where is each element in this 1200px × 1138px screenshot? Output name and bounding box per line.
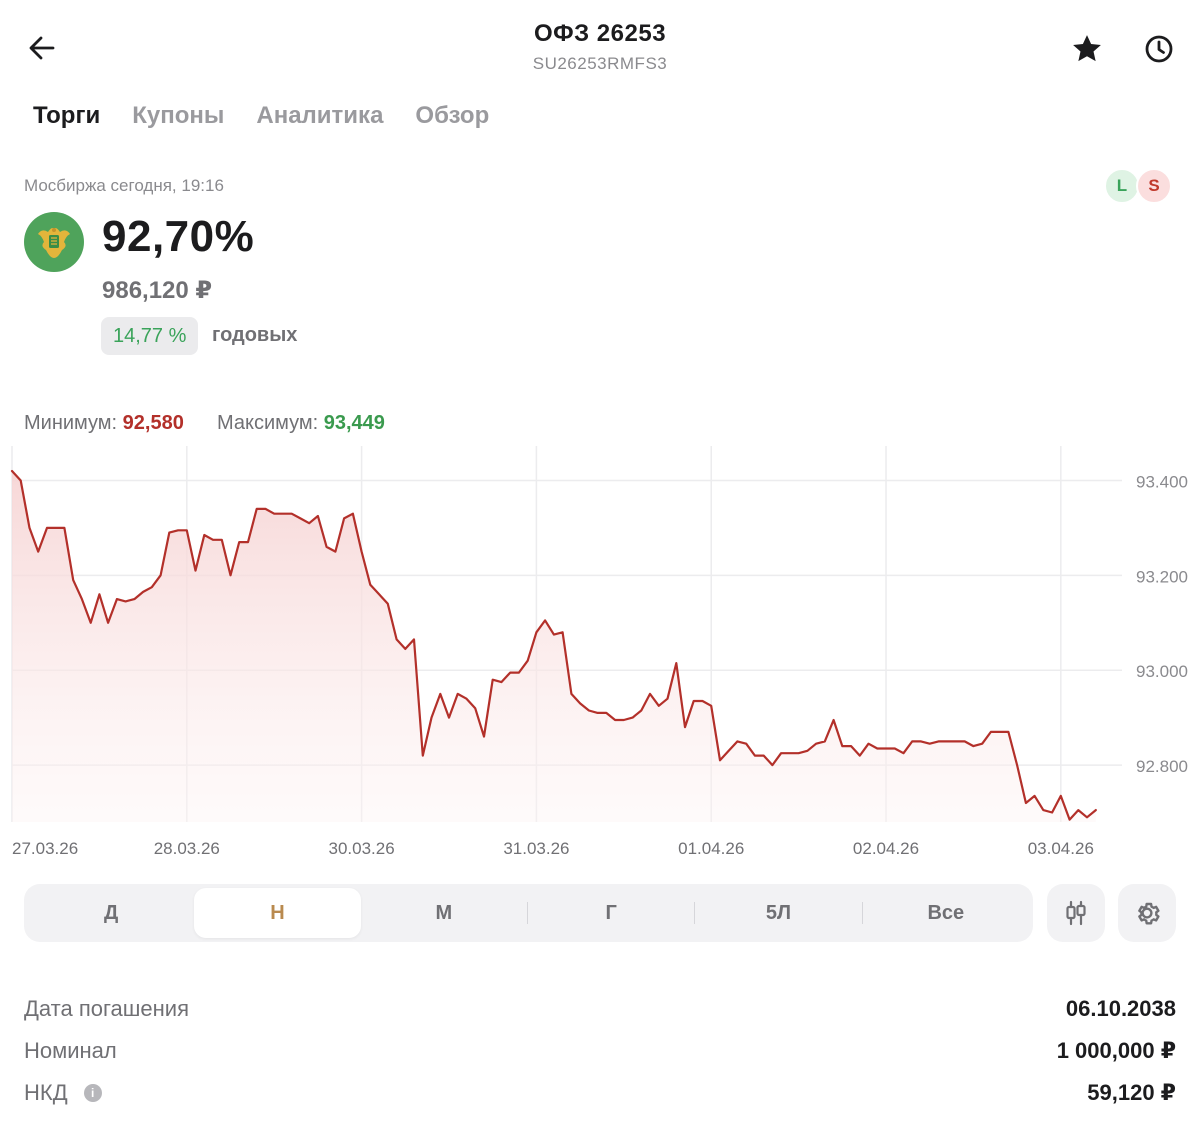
- nominal-label: Номинал: [24, 1038, 117, 1063]
- series-area: [12, 471, 1096, 822]
- y-tick-label: 93.000: [1136, 662, 1188, 681]
- aci-label: НКД: [24, 1080, 68, 1105]
- y-tick-label: 93.200: [1136, 567, 1188, 586]
- max-value: 93,449: [323, 412, 385, 434]
- min-label: Минимум:: [24, 412, 118, 434]
- aci-value: 59,120 ₽: [1087, 1080, 1176, 1105]
- header: ОФЗ 26253 SU26253RMFS3: [0, 0, 1200, 92]
- y-tick-label: 93.400: [1136, 472, 1188, 491]
- max-label: Максимум:: [216, 412, 319, 434]
- history-button[interactable]: [1138, 28, 1180, 70]
- emblem-icon: [38, 228, 70, 258]
- long-short-badges[interactable]: L S: [1104, 168, 1172, 204]
- favorite-button[interactable]: [1066, 28, 1108, 70]
- clock-icon: [1145, 35, 1173, 63]
- period-week[interactable]: Н: [194, 888, 361, 938]
- long-badge[interactable]: L: [1104, 168, 1140, 204]
- chart-settings-button[interactable]: [1118, 884, 1176, 942]
- chart-type-button[interactable]: [1047, 884, 1105, 942]
- candlestick-icon: [1066, 900, 1086, 926]
- gear-icon: [1138, 902, 1160, 925]
- page-title: ОФЗ 26253: [533, 20, 667, 47]
- issuer-logo: [24, 212, 84, 272]
- yield-badge: 14,77 %: [101, 317, 199, 355]
- star-icon: [1073, 35, 1101, 62]
- yield-label: годовых: [212, 324, 298, 346]
- x-tick-label: 03.04.26: [1028, 839, 1094, 858]
- x-tick-label: 01.04.26: [678, 839, 744, 858]
- period-day[interactable]: Д: [28, 888, 194, 938]
- tab-overview[interactable]: Обзор: [415, 102, 489, 138]
- period-month[interactable]: М: [361, 888, 527, 938]
- maturity-label: Дата погашения: [24, 996, 189, 1021]
- price-rub: 986,120 ₽: [102, 277, 213, 304]
- min-value: 92,580: [122, 412, 184, 434]
- tab-analytics[interactable]: Аналитика: [256, 102, 383, 138]
- aci-row: НКД i 59,120 ₽: [24, 1080, 1176, 1106]
- x-tick-label: 02.04.26: [853, 839, 919, 858]
- title-block: ОФЗ 26253 SU26253RMFS3: [0, 20, 1200, 74]
- price-percent: 92,70%: [102, 212, 255, 261]
- period-selector: Д Н М Г 5Л Все: [24, 884, 1033, 942]
- period-year[interactable]: Г: [528, 888, 694, 938]
- info-icon[interactable]: i: [83, 1084, 102, 1102]
- period-all[interactable]: Все: [863, 888, 1029, 938]
- maturity-row: Дата погашения 06.10.2038: [24, 996, 1176, 1022]
- nominal-row: Номинал 1 000,000 ₽: [24, 1038, 1176, 1064]
- x-tick-label: 31.03.26: [503, 839, 569, 858]
- tab-bar: Торги Купоны Аналитика Обзор: [33, 102, 489, 138]
- price-range: Минимум: 92,580 Максимум: 93,449: [24, 412, 385, 435]
- x-tick-label: 30.03.26: [329, 839, 395, 858]
- tab-coupons[interactable]: Купоны: [132, 102, 224, 138]
- x-tick-label: 28.03.26: [154, 839, 220, 858]
- isin-code: SU26253RMFS3: [532, 54, 668, 73]
- short-badge[interactable]: S: [1136, 168, 1172, 204]
- nominal-value: 1 000,000 ₽: [1056, 1038, 1176, 1063]
- x-tick-label: 27.03.26: [12, 839, 78, 858]
- price-chart[interactable]: 93.400 93.200 93.000 92.800 27.03.26 28.03.26…: [0, 446, 1200, 866]
- maturity-value: 06.10.2038: [1065, 996, 1176, 1021]
- exchange-timestamp: Мосбиржа сегодня, 19:16: [24, 176, 224, 195]
- tab-trading[interactable]: Торги: [33, 102, 100, 138]
- period-5y[interactable]: 5Л: [695, 888, 861, 938]
- aci-label-wrap: НКД i: [24, 1080, 102, 1106]
- y-tick-label: 92.800: [1136, 757, 1188, 776]
